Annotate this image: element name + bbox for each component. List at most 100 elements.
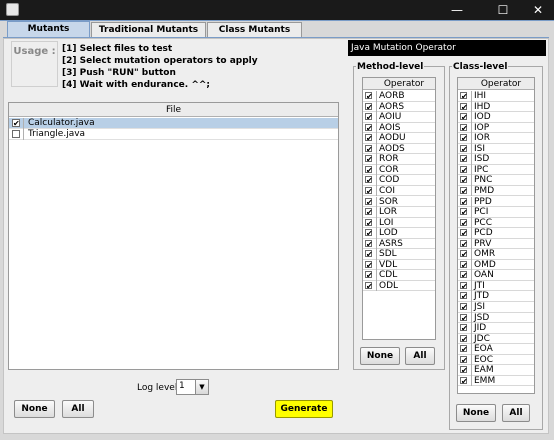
operator-checkbox[interactable]: ✔	[460, 355, 468, 364]
operator-row[interactable]	[458, 355, 534, 366]
operator-checkbox[interactable]: ✔	[365, 250, 373, 259]
operator-row[interactable]	[458, 144, 534, 155]
operator-checkbox[interactable]: ✔	[460, 113, 468, 122]
operator-checkbox[interactable]: ✔	[460, 176, 468, 185]
operator-row[interactable]	[458, 291, 534, 302]
file-checkbox-calculator[interactable]: ✔	[12, 119, 20, 128]
operator-row[interactable]	[458, 228, 534, 239]
operator-checkbox[interactable]: ✔	[460, 92, 468, 101]
operator-checkbox[interactable]: ✔	[460, 366, 468, 375]
chevron-down-icon[interactable]: ▼	[195, 380, 208, 394]
class-all-button[interactable]: All	[502, 404, 530, 422]
operator-row[interactable]	[458, 302, 534, 313]
operator-checkbox[interactable]: ✔	[365, 176, 373, 185]
operator-row[interactable]	[363, 270, 435, 281]
operator-row[interactable]	[458, 207, 534, 218]
close-button[interactable]: ✕	[522, 0, 554, 20]
maximize-button[interactable]: ☐	[487, 0, 519, 20]
operator-row[interactable]	[458, 218, 534, 229]
operator-row[interactable]	[458, 91, 534, 102]
minimize-button[interactable]: —	[441, 0, 473, 20]
operator-checkbox[interactable]: ✔	[460, 144, 468, 153]
operator-checkbox[interactable]: ✔	[460, 281, 468, 290]
operator-row[interactable]	[458, 334, 534, 345]
operator-row[interactable]	[458, 175, 534, 186]
operator-checkbox[interactable]: ✔	[365, 197, 373, 206]
operator-checkbox[interactable]: ✔	[460, 376, 468, 385]
operator-row[interactable]	[458, 197, 534, 207]
operator-row[interactable]	[363, 154, 435, 165]
operator-checkbox[interactable]: ✔	[365, 186, 373, 195]
operator-row[interactable]	[363, 228, 435, 239]
operator-checkbox[interactable]: ✔	[365, 92, 373, 101]
operator-row[interactable]	[458, 313, 534, 324]
operator-row[interactable]	[458, 112, 534, 123]
method-none-button[interactable]: None	[360, 347, 400, 365]
operator-checkbox[interactable]: ✔	[365, 229, 373, 238]
class-operator-column-header[interactable]: Operator	[458, 78, 534, 90]
operator-row[interactable]	[458, 365, 534, 376]
operator-checkbox[interactable]: ✔	[365, 208, 373, 217]
operator-checkbox[interactable]: ✔	[460, 218, 468, 227]
operator-row[interactable]	[363, 260, 435, 271]
operator-checkbox[interactable]: ✔	[460, 250, 468, 259]
operator-checkbox[interactable]: ✔	[460, 313, 468, 322]
operator-checkbox[interactable]: ✔	[460, 123, 468, 132]
generate-button[interactable]: Generate	[275, 400, 333, 418]
file-column-header[interactable]: File	[9, 103, 338, 117]
tab-mutants-generator[interactable]: Mutants Generator	[7, 21, 90, 49]
operator-checkbox[interactable]: ✔	[365, 239, 373, 248]
operator-checkbox[interactable]: ✔	[365, 155, 373, 164]
operator-checkbox[interactable]: ✔	[460, 260, 468, 269]
file-checkbox-triangle[interactable]	[12, 130, 20, 138]
operator-row[interactable]	[458, 133, 534, 144]
tab-class-mutants-viewer[interactable]: Class Mutants Viewer	[207, 22, 302, 50]
operator-row[interactable]	[458, 186, 534, 197]
operator-checkbox[interactable]: ✔	[460, 303, 468, 312]
operator-checkbox[interactable]: ✔	[365, 281, 373, 290]
operator-row[interactable]	[363, 207, 435, 218]
operator-checkbox[interactable]: ✔	[460, 229, 468, 238]
file-table[interactable]	[8, 102, 339, 370]
operator-checkbox[interactable]: ✔	[365, 123, 373, 132]
method-operator-column-header[interactable]: Operator	[363, 78, 435, 90]
operator-checkbox[interactable]: ✔	[460, 155, 468, 164]
operator-row[interactable]	[458, 270, 534, 281]
operator-row[interactable]	[363, 186, 435, 197]
operator-row[interactable]	[458, 249, 534, 260]
files-all-button[interactable]: All	[62, 400, 94, 418]
operator-checkbox[interactable]: ✔	[365, 271, 373, 280]
files-none-button[interactable]: None	[14, 400, 55, 418]
operator-row[interactable]	[458, 123, 534, 134]
operator-row[interactable]	[458, 376, 534, 387]
operator-row[interactable]	[458, 102, 534, 113]
operator-checkbox[interactable]: ✔	[460, 208, 468, 217]
operator-row[interactable]	[458, 154, 534, 165]
operator-row[interactable]	[363, 249, 435, 260]
operator-row[interactable]	[363, 197, 435, 207]
operator-checkbox[interactable]: ✔	[365, 218, 373, 227]
operator-checkbox[interactable]: ✔	[460, 197, 468, 206]
operator-row[interactable]	[363, 165, 435, 176]
operator-row[interactable]	[458, 165, 534, 176]
operator-checkbox[interactable]: ✔	[460, 271, 468, 280]
operator-checkbox[interactable]: ✔	[460, 239, 468, 248]
operator-row[interactable]	[458, 323, 534, 334]
operator-checkbox[interactable]: ✔	[460, 324, 468, 333]
operator-checkbox[interactable]: ✔	[365, 260, 373, 269]
operator-row[interactable]	[363, 281, 435, 292]
operator-checkbox[interactable]: ✔	[365, 165, 373, 174]
operator-checkbox[interactable]: ✔	[460, 334, 468, 343]
operator-checkbox[interactable]: ✔	[460, 102, 468, 111]
operator-row[interactable]	[458, 344, 534, 355]
operator-checkbox[interactable]: ✔	[460, 345, 468, 354]
operator-checkbox[interactable]: ✔	[460, 134, 468, 143]
operator-checkbox[interactable]: ✔	[460, 165, 468, 174]
operator-checkbox[interactable]: ✔	[365, 144, 373, 153]
operator-checkbox[interactable]: ✔	[365, 134, 373, 143]
operator-checkbox[interactable]: ✔	[460, 186, 468, 195]
operator-checkbox[interactable]: ✔	[365, 113, 373, 122]
operator-row[interactable]	[458, 281, 534, 292]
operator-checkbox[interactable]: ✔	[460, 292, 468, 301]
method-all-button[interactable]: All	[405, 347, 435, 365]
